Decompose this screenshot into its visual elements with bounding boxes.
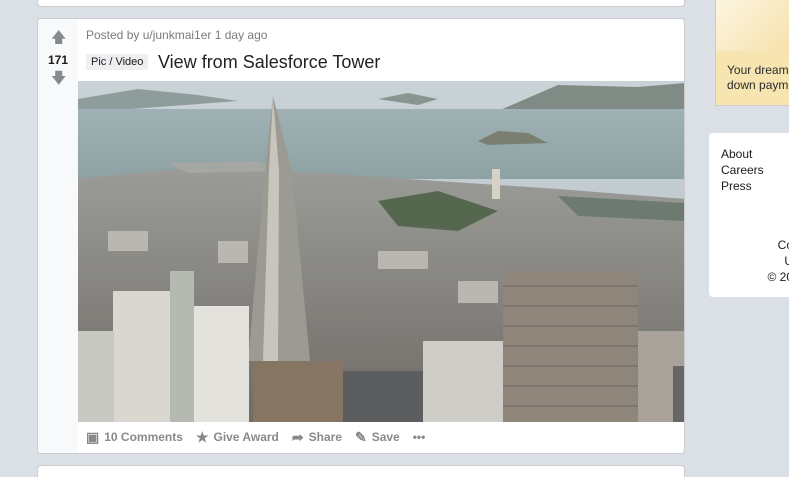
sidebar-ad[interactable]: Your dream down paym: [715, 0, 789, 106]
footer-copy-line-3: © 20: [767, 270, 789, 284]
sidebar-footer: About Careers Press Co U © 20: [709, 133, 789, 297]
save-button[interactable]: ✎ Save: [355, 430, 400, 444]
ad-text: Your dream down paym: [727, 63, 789, 92]
city-photo: [78, 81, 684, 422]
footer-copy-line-2[interactable]: U: [759, 253, 789, 269]
post-title[interactable]: View from Salesforce Tower: [158, 52, 380, 73]
more-dots-icon: •••: [412, 430, 426, 444]
share-icon: ➦: [291, 429, 304, 445]
footer-link-press[interactable]: Press: [721, 178, 764, 194]
footer-copyright: Co U © 20: [759, 237, 789, 285]
downvote-icon[interactable]: 🡇: [51, 71, 66, 86]
share-label: Share: [308, 430, 342, 444]
award-icon: ★: [195, 429, 209, 445]
vote-column: 🡅 171 🡇: [38, 19, 78, 453]
bookmark-icon: ✎: [354, 429, 367, 445]
post-card[interactable]: 🡅 171 🡇 Posted by u/junkmai1er 1 day ago…: [37, 18, 685, 454]
next-post-card[interactable]: [37, 465, 685, 477]
footer-copy-line-1[interactable]: Co: [759, 237, 789, 253]
ad-image: [716, 0, 789, 51]
post-score: 171: [47, 53, 69, 67]
previous-post-card[interactable]: [37, 0, 685, 7]
post-image[interactable]: [78, 81, 684, 422]
save-label: Save: [371, 430, 400, 444]
give-award-button[interactable]: ★ Give Award: [196, 430, 279, 444]
footer-link-about[interactable]: About: [721, 146, 764, 162]
footer-links: About Careers Press: [721, 146, 764, 194]
comment-icon: ▣: [86, 429, 100, 445]
share-button[interactable]: ➦ Share: [292, 430, 342, 444]
upvote-icon[interactable]: 🡅: [51, 30, 66, 45]
footer-link-careers[interactable]: Careers: [721, 162, 764, 178]
post-actions: ▣ 10 Comments ★ Give Award ➦ Share ✎ Sav…: [86, 430, 425, 444]
award-label: Give Award: [213, 430, 279, 444]
comments-button[interactable]: ▣ 10 Comments: [86, 430, 183, 444]
more-options-button[interactable]: •••: [413, 430, 426, 444]
comments-label: 10 Comments: [104, 430, 183, 444]
post-meta[interactable]: Posted by u/junkmai1er 1 day ago: [86, 28, 267, 42]
post-flair[interactable]: Pic / Video: [86, 54, 149, 70]
